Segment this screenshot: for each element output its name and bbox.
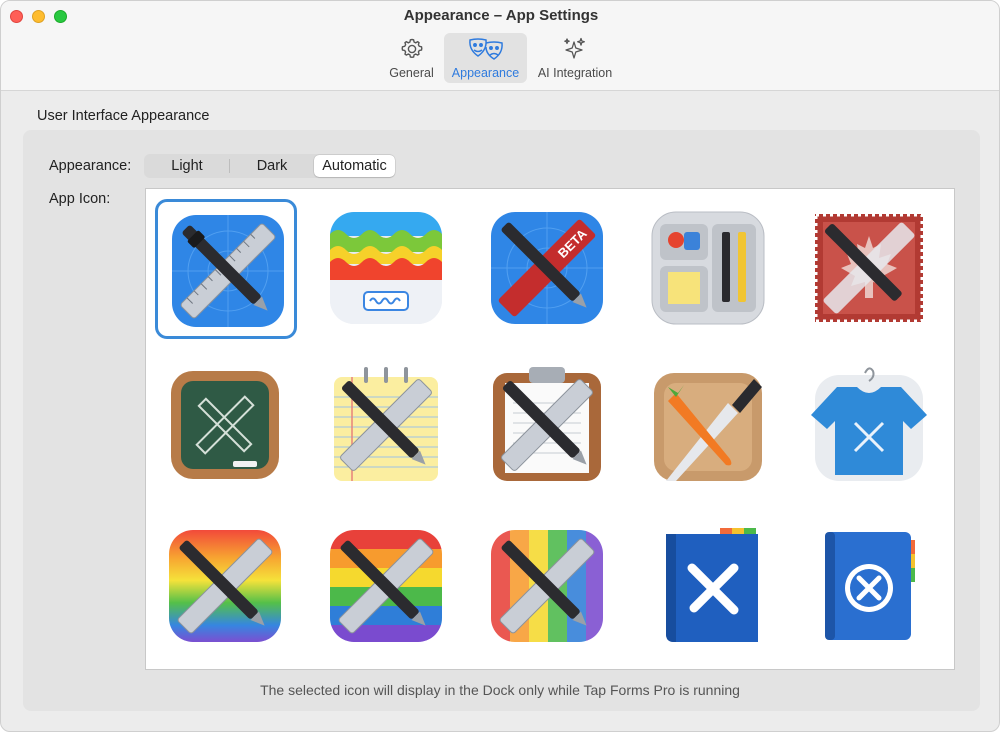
- app-icon-option-canada-stamp[interactable]: [799, 199, 941, 339]
- canada-stamp-icon: [814, 213, 924, 323]
- blue-folder-icon: [666, 528, 758, 642]
- appearance-option-dark[interactable]: Dark: [230, 155, 314, 177]
- app-icon-option-chalkboard[interactable]: [155, 356, 297, 496]
- tab-appearance[interactable]: Appearance: [444, 33, 527, 83]
- rainbow-horizontal-icon: [330, 530, 442, 642]
- app-icon-option-rainbow-horizontal[interactable]: [316, 517, 458, 657]
- app-icon-option-rainbow-vertical[interactable]: [155, 517, 297, 657]
- app-icon-option-desk-organizer[interactable]: [638, 199, 780, 339]
- rainbow-vertical-icon: [169, 530, 281, 642]
- appearance-option-automatic[interactable]: Automatic: [314, 155, 395, 177]
- rainbow-scallop-icon: [330, 212, 442, 324]
- app-icon-option-tshirt[interactable]: [799, 356, 941, 496]
- cutting-board-icon: [654, 373, 762, 481]
- app-icon-option-classic-blue[interactable]: [155, 199, 297, 339]
- app-icon-option-notepad[interactable]: [316, 356, 458, 496]
- app-icon-grid: BETA: [145, 188, 955, 670]
- tab-appearance-label: Appearance: [451, 66, 520, 80]
- blue-book-icon: [825, 532, 915, 640]
- section-title: User Interface Appearance: [37, 108, 210, 124]
- appearance-option-light[interactable]: Light: [145, 155, 229, 177]
- window-title: Appearance – App Settings: [403, 7, 599, 24]
- gear-icon: [400, 38, 423, 59]
- clipboard-icon: [493, 367, 601, 481]
- tab-general[interactable]: General: [384, 33, 439, 83]
- classic-blue-icon: [172, 215, 284, 327]
- notepad-icon: [334, 367, 438, 481]
- rainbow-stripes-icon: [491, 530, 603, 642]
- chalkboard-icon: [171, 371, 279, 479]
- beta-blue-icon: BETA: [491, 212, 603, 324]
- app-icon-option-cutting-board[interactable]: [638, 356, 780, 496]
- desk-organizer-icon: [651, 211, 765, 325]
- tshirt-icon: [811, 367, 927, 481]
- appearance-label: Appearance:: [49, 158, 132, 174]
- tab-general-label: General: [389, 66, 434, 80]
- app-icon-option-beta-blue[interactable]: BETA: [477, 199, 619, 339]
- tab-ai-integration-label: AI Integration: [537, 66, 613, 80]
- app-icon-option-rainbow-stripes[interactable]: [477, 517, 619, 657]
- sparkles-icon: [564, 37, 585, 59]
- app-icon-option-rainbow-scallop[interactable]: [316, 199, 458, 339]
- app-icon-option-blue-book[interactable]: [799, 517, 941, 657]
- appearance-segmented-control: Light Dark Automatic: [144, 154, 395, 178]
- app-icon-label: App Icon:: [49, 191, 111, 207]
- footer-note: The selected icon will display in the Do…: [260, 682, 740, 698]
- tab-ai-integration[interactable]: AI Integration: [531, 33, 619, 83]
- app-icon-option-blue-folder[interactable]: [638, 517, 780, 657]
- app-icon-option-clipboard[interactable]: [477, 356, 619, 496]
- theater-masks-icon: [468, 38, 503, 60]
- settings-window: Appearance – App Settings General Appear…: [0, 0, 1000, 732]
- titlebar: Appearance – App Settings General Appear…: [1, 1, 999, 91]
